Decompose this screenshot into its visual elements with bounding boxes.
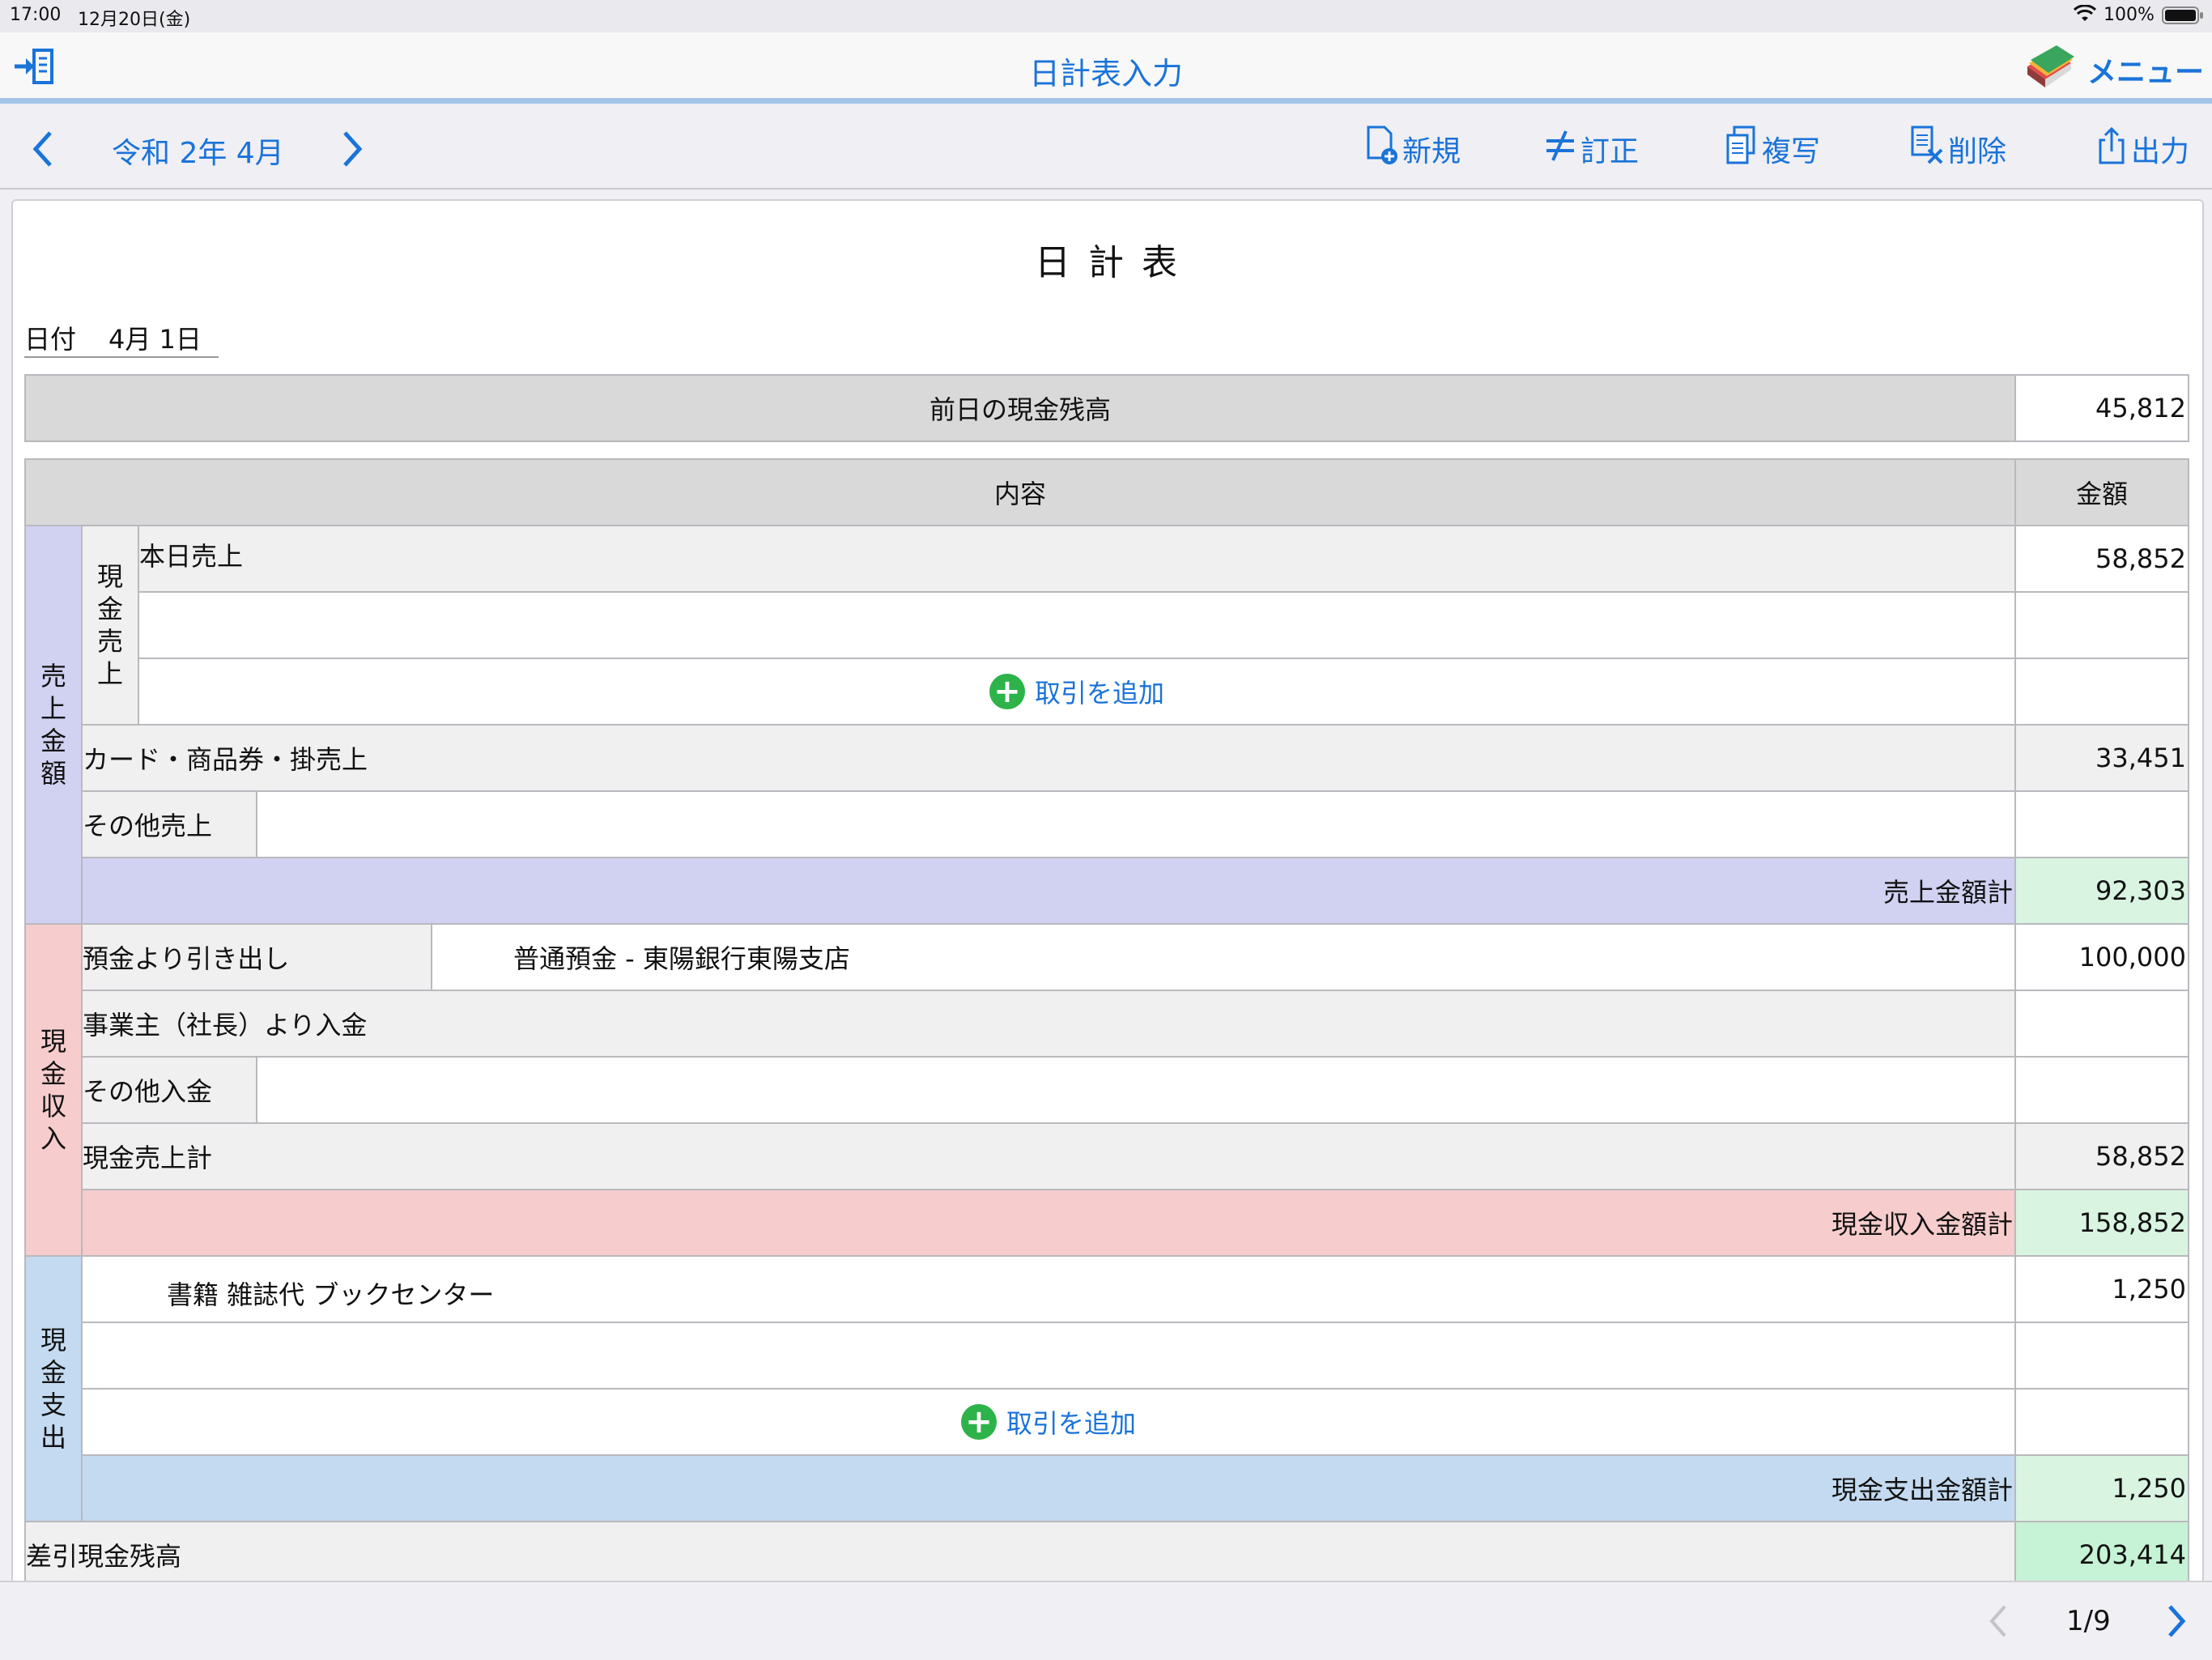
today-sales-value[interactable]: 58,852 <box>2014 525 2189 593</box>
withdraw-label: 預金より引き出し <box>81 923 432 991</box>
status-time: 17:00 <box>10 5 62 25</box>
today-sales-label: 本日売上 <box>138 525 2016 593</box>
battery-percent: 100% <box>2104 5 2155 25</box>
menu-label: メニュー <box>2087 56 2205 89</box>
new-button[interactable]: 新規 <box>1365 126 1461 173</box>
nav-bar: 日計表入力 メニュー <box>0 32 2212 104</box>
daily-report-sheet: 日 計 表 日付 4月 1日 前日の現金残高 45,812 内容 金額 売上金額… <box>11 199 2204 1660</box>
page-title: 日計表入力 <box>1028 56 1183 92</box>
date-value: 4月 1日 <box>108 324 202 355</box>
copy-button[interactable]: 複写 <box>1725 126 1821 173</box>
share-icon <box>2095 126 2131 173</box>
expense-item-1-value[interactable]: 1,250 <box>2014 1255 2189 1323</box>
card-sales-label: カード・商品券・掛売上 <box>81 724 2016 792</box>
next-month-button[interactable] <box>340 130 366 172</box>
cash-sales-label: 現金売上 <box>81 525 139 726</box>
owner-deposit-label: 事業主（社長）より入金 <box>81 990 2016 1058</box>
sales-add-transaction-button[interactable]: + 取引を追加 <box>138 658 2016 726</box>
expense-add-transaction-button[interactable]: + 取引を追加 <box>81 1388 2016 1456</box>
prev-balance-value[interactable]: 45,812 <box>2014 374 2189 442</box>
correct-button[interactable]: 訂正 <box>1543 128 1639 170</box>
battery-icon <box>2162 6 2204 29</box>
income-group-label: 現金収入 <box>24 923 83 1257</box>
add-transaction-label: 取引を追加 <box>1034 678 1164 709</box>
withdraw-account[interactable]: 普通預金 - 東陽銀行東陽支店 <box>431 923 2016 991</box>
other-sales-value[interactable] <box>2014 790 2189 858</box>
header-content: 内容 <box>24 458 2016 526</box>
expense-add-value <box>2014 1388 2189 1456</box>
books-icon <box>2024 45 2076 94</box>
sales-total-value: 92,303 <box>2014 857 2189 925</box>
output-label: 出力 <box>2131 135 2190 168</box>
next-page-button[interactable] <box>2163 1602 2189 1644</box>
expense-item-1[interactable]: 書籍 雑誌代 ブックセンター <box>81 1255 2016 1323</box>
status-date: 12月20日(金) <box>78 10 191 30</box>
expense-total-value: 1,250 <box>2014 1454 2189 1522</box>
nav-divider <box>0 98 2212 104</box>
owner-deposit-value[interactable] <box>2014 990 2189 1058</box>
pager-bar: 1/9 <box>0 1581 2212 1660</box>
other-sales-label: その他売上 <box>81 790 257 858</box>
delete-button[interactable]: 削除 <box>1909 126 2007 173</box>
toolbar: 令和 2年 4月 新規 訂正 複写 削除 出力 <box>0 110 2212 189</box>
header-amount: 金額 <box>2014 458 2189 526</box>
sales-add-value <box>2014 658 2189 726</box>
add-circle-icon: + <box>989 674 1025 709</box>
date-field[interactable]: 日付 4月 1日 <box>24 319 219 358</box>
output-button[interactable]: 出力 <box>2095 126 2190 173</box>
page-indicator: 1/9 <box>2066 1605 2111 1637</box>
not-equal-icon <box>1543 128 1580 171</box>
sales-empty-row[interactable] <box>138 591 2016 659</box>
balance-value: 203,414 <box>2014 1521 2189 1589</box>
copy-icon <box>1725 126 1762 173</box>
sales-group-label: 売上金額 <box>24 525 83 925</box>
new-document-icon <box>1365 126 1402 173</box>
cash-sales-total-label: 現金売上計 <box>81 1122 2016 1190</box>
prev-page-button[interactable] <box>1985 1602 2011 1644</box>
withdraw-value[interactable]: 100,000 <box>2014 923 2189 991</box>
income-total-label: 現金収入金額計 <box>81 1189 2016 1257</box>
correct-label: 訂正 <box>1580 135 1640 168</box>
other-sales-input[interactable] <box>256 790 2016 858</box>
card-sales-value[interactable]: 33,451 <box>2014 724 2189 792</box>
copy-label: 複写 <box>1762 135 1821 168</box>
expense-empty-row[interactable] <box>81 1322 2016 1390</box>
prev-month-button[interactable] <box>29 130 55 172</box>
other-income-value[interactable] <box>2014 1056 2189 1124</box>
other-income-input[interactable] <box>256 1056 2016 1124</box>
period-label[interactable]: 令和 2年 4月 <box>112 130 284 172</box>
sales-total-label: 売上金額計 <box>81 857 2016 925</box>
prev-balance-label: 前日の現金残高 <box>24 374 2016 442</box>
delete-document-icon <box>1909 126 1948 173</box>
other-income-label: その他入金 <box>81 1056 257 1124</box>
status-bar: 17:00 12月20日(金) 100% <box>0 0 2212 32</box>
date-label: 日付 <box>24 324 77 355</box>
menu-button[interactable]: メニュー <box>2024 45 2204 94</box>
expense-empty-value[interactable] <box>2014 1322 2189 1390</box>
wifi-icon <box>2073 4 2097 28</box>
cash-sales-total-value: 58,852 <box>2014 1122 2189 1190</box>
income-total-value: 158,852 <box>2014 1189 2189 1257</box>
new-label: 新規 <box>1402 135 1461 168</box>
add-circle-icon: + <box>960 1404 997 1440</box>
delete-label: 削除 <box>1948 135 2007 168</box>
expense-group-label: 現金支出 <box>24 1255 83 1522</box>
balance-label: 差引現金残高 <box>24 1521 2016 1589</box>
expense-total-label: 現金支出金額計 <box>81 1454 2016 1522</box>
sheet-title: 日 計 表 <box>1035 242 1180 283</box>
add-transaction-label: 取引を追加 <box>1006 1408 1136 1439</box>
sales-empty-value[interactable] <box>2014 591 2189 659</box>
